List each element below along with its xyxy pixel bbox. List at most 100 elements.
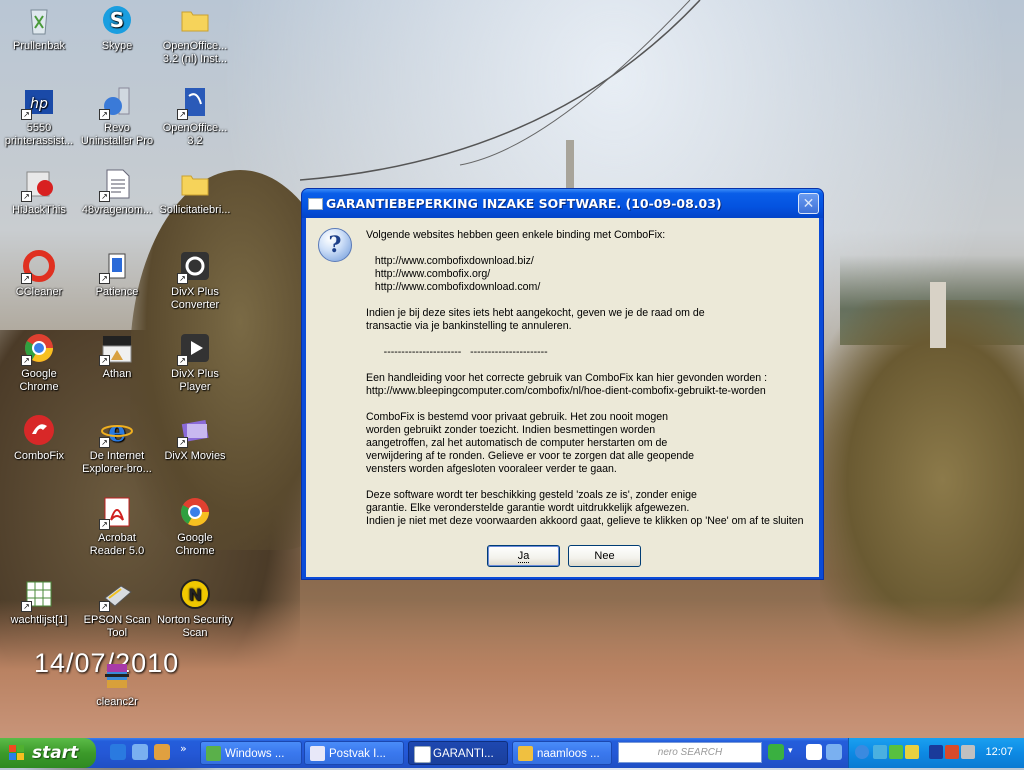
taskbar-item-garanti[interactable]: GARANTI... xyxy=(408,741,508,765)
dialog-message: Volgende websites hebben geen enkele bin… xyxy=(366,229,804,527)
tray-security-icon[interactable] xyxy=(889,745,903,759)
clock: 12:07 xyxy=(985,746,1013,758)
help-icon[interactable] xyxy=(806,744,822,760)
divx-player-icon: ↗ xyxy=(177,332,211,366)
recycle-bin-icon xyxy=(23,4,55,36)
hp-logo-icon: hp ↗ xyxy=(21,86,55,120)
desktop-icon-hp-printer[interactable]: hp ↗ 5550 printerassist... xyxy=(0,86,78,148)
divx-converter-icon: ↗ xyxy=(177,250,211,284)
wallpaper-bushes xyxy=(820,300,1024,660)
athan-icon: ↗ xyxy=(99,332,133,366)
revo-uninstaller-icon: ↗ xyxy=(99,86,133,120)
acrobat-icon: ↗ xyxy=(99,496,133,530)
desktop-icon-google-chrome[interactable]: ↗ Google Chrome xyxy=(0,332,78,394)
skype-icon: S xyxy=(101,4,133,36)
task-label: GARANTI... xyxy=(433,748,494,760)
no-button[interactable]: Nee xyxy=(568,545,641,567)
desktop-icon-sollicitatie[interactable]: Sollicitatiebri... xyxy=(156,168,234,217)
quicklaunch-messenger-icon[interactable] xyxy=(154,744,170,760)
yes-button[interactable]: Ja xyxy=(487,545,560,567)
desktop-icon-norton-security-scan[interactable]: N Norton Security Scan xyxy=(156,578,234,640)
task-label: Postvak I... xyxy=(329,748,386,760)
desktop-icon-wachtlijst[interactable]: ↗ wachtlijst[1] xyxy=(0,578,78,627)
desktop-icon-acrobat-reader[interactable]: ↗ Acrobat Reader 5.0 xyxy=(78,496,156,558)
internet-explorer-icon: e ↗ xyxy=(99,414,133,448)
dialog-client-area: ? Volgende websites hebben geen enkele b… xyxy=(306,218,819,577)
ccleaner-icon: ↗ xyxy=(21,250,55,284)
norton-icon: N xyxy=(179,578,211,610)
tray-divx-icon[interactable] xyxy=(929,745,943,759)
desktop-icon-revo-uninstaller[interactable]: ↗ Revo Uninstaller Pro xyxy=(78,86,156,148)
start-button[interactable]: start xyxy=(0,738,96,768)
desktop-icon-openoffice[interactable]: ↗ OpenOffice... 3.2 xyxy=(156,86,234,148)
spreadsheet-icon: ↗ xyxy=(21,578,55,612)
task-label: Windows ... xyxy=(225,748,285,760)
hijackthis-icon: ↗ xyxy=(21,168,55,202)
search-dropdown-icon[interactable]: ▾ xyxy=(788,746,793,756)
desktop-icon-patience[interactable]: ↗ Patience xyxy=(78,250,156,299)
task-label: naamloos ... xyxy=(537,748,600,760)
question-icon: ? xyxy=(318,228,352,262)
desktop-icon-skype[interactable]: S Skype xyxy=(78,4,156,53)
window-icon xyxy=(308,198,323,210)
wallpaper-pillar xyxy=(930,282,946,348)
openoffice-icon: ↗ xyxy=(177,86,211,120)
chrome-icon: ↗ xyxy=(21,332,55,366)
desktop-icon-internet-explorer[interactable]: e ↗ De Internet Explorer-bro... xyxy=(78,414,156,476)
desktop-icon-openoffice-installer[interactable]: OpenOffice... 3.2 (nl) Inst... xyxy=(156,4,234,66)
start-label: start xyxy=(32,743,79,763)
search-go-icon[interactable] xyxy=(768,744,784,760)
tray-network-icon[interactable] xyxy=(873,745,887,759)
desktop-icon-athan[interactable]: ↗ Athan xyxy=(78,332,156,381)
desktop-icon-divx-converter[interactable]: ↗ DivX Plus Converter xyxy=(156,250,234,312)
yes-button-label: Ja xyxy=(517,550,530,563)
wallpaper-trees xyxy=(840,255,1024,345)
cards-icon: ↗ xyxy=(99,250,133,284)
taskbar: start » Windows ... Postvak I... GARANTI… xyxy=(0,738,1024,768)
svg-text:S: S xyxy=(110,8,124,32)
system-tray: 12:07 xyxy=(848,738,1024,768)
winrar-archive-icon xyxy=(101,660,133,692)
desktop-icon-google-chrome-2[interactable]: Google Chrome xyxy=(156,496,234,558)
tray-collapse-icon[interactable] xyxy=(855,745,869,759)
quicklaunch-expand-icon[interactable]: » xyxy=(180,742,187,755)
desktop-icon-combofix[interactable]: ComboFix xyxy=(0,414,78,463)
desktop-icon-cleanc2r[interactable]: cleanc2r xyxy=(78,660,156,709)
dialog-title: GARANTIEBEPERKING INZAKE SOFTWARE. (10-0… xyxy=(326,196,722,211)
close-button[interactable]: ✕ xyxy=(798,193,819,214)
windows-flag-icon xyxy=(9,745,24,760)
toolbar-options-icon[interactable] xyxy=(826,744,842,760)
folder-icon xyxy=(179,168,211,200)
tray-volume-icon[interactable] xyxy=(961,745,975,759)
desktop-icon-epson-scan[interactable]: ↗ EPSON Scan Tool xyxy=(78,578,156,640)
desktop-icon-hijackthis[interactable]: ↗ HiJackThis xyxy=(0,168,78,217)
quicklaunch-show-desktop-icon[interactable] xyxy=(132,744,148,760)
desktop-icon-ccleaner[interactable]: ↗ CCleaner xyxy=(0,250,78,299)
divx-movies-icon: ↗ xyxy=(177,414,211,448)
dialog-title-bar[interactable]: GARANTIEBEPERKING INZAKE SOFTWARE. (10-0… xyxy=(302,189,823,218)
combofix-disclaimer-dialog[interactable]: GARANTIEBEPERKING INZAKE SOFTWARE. (10-0… xyxy=(301,188,824,580)
taskbar-item-windows[interactable]: Windows ... xyxy=(200,741,302,765)
desktop-icon-recycle-bin[interactable]: Prullenbak xyxy=(0,4,78,53)
scanner-icon: ↗ xyxy=(99,578,133,612)
taskbar-item-postvak[interactable]: Postvak I... xyxy=(304,741,404,765)
windows-task-icon xyxy=(206,746,221,761)
nero-search-box[interactable]: nero SEARCH xyxy=(618,742,762,763)
document-icon: ↗ xyxy=(99,168,133,202)
svg-text:N: N xyxy=(188,585,201,604)
chrome-icon xyxy=(179,496,211,528)
tray-flag-icon[interactable] xyxy=(945,745,959,759)
combofix-icon xyxy=(23,414,55,446)
desktop-icon-divx-movies[interactable]: ↗ DivX Movies xyxy=(156,414,234,463)
svg-text:hp: hp xyxy=(30,96,48,112)
quicklaunch-ie-icon[interactable] xyxy=(110,744,126,760)
outlook-task-icon xyxy=(310,746,325,761)
svg-text:e: e xyxy=(108,415,126,446)
dialog-task-icon xyxy=(414,746,431,763)
tray-norton-icon[interactable] xyxy=(905,745,919,759)
folder-icon xyxy=(179,4,211,36)
desktop-icon-48vragenom[interactable]: ↗ 48vragenom... xyxy=(78,168,156,217)
desktop-icon-divx-player[interactable]: ↗ DivX Plus Player xyxy=(156,332,234,394)
paint-task-icon xyxy=(518,746,533,761)
taskbar-item-naamloos[interactable]: naamloos ... xyxy=(512,741,612,765)
